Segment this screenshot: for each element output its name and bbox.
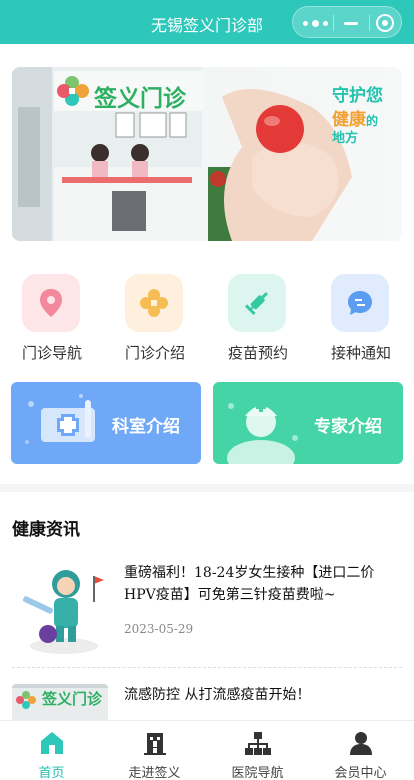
bottom-tab-bar: 首页 走进签义 医院导航 会员中心 bbox=[0, 720, 414, 780]
tab-label: 走进签义 bbox=[128, 766, 181, 780]
tab-home[interactable]: 首页 bbox=[0, 721, 103, 780]
news-date: 2023-05-29 bbox=[124, 622, 194, 636]
news-thumbnail bbox=[12, 562, 108, 658]
close-app-button[interactable] bbox=[367, 7, 403, 39]
news-title: 重磅福利！18-24岁女生接种【进口二价HPV疫苗】可免第三针疫苗费啦~ bbox=[124, 565, 375, 603]
news-item[interactable]: 签义门诊 流感防控 从打流感疫苗开始！ bbox=[12, 684, 402, 724]
sitemap-icon bbox=[245, 732, 271, 755]
tab-about[interactable]: 走进签义 bbox=[103, 721, 206, 780]
tab-hospital-navigation[interactable]: 医院导航 bbox=[206, 721, 309, 780]
news-title: 流感防控 从打流感疫苗开始！ bbox=[124, 687, 311, 703]
department-intro-card[interactable]: 科室介绍 bbox=[11, 382, 201, 464]
quick-menu-clinic-navigation[interactable]: 门诊导航 bbox=[0, 274, 104, 364]
banner-slogan-line3: 地方 bbox=[332, 131, 359, 146]
banner-carousel[interactable]: 签义门诊 守护您 健康的 地方 bbox=[12, 67, 402, 241]
banner-brand-text: 签义门诊 bbox=[94, 86, 186, 112]
news-thumbnail: 签义门诊 bbox=[12, 684, 108, 724]
clinic-cross-icon bbox=[125, 274, 183, 332]
tab-label: 首页 bbox=[38, 766, 65, 780]
quick-menu-vaccination-notice[interactable]: 接种通知 bbox=[309, 274, 413, 364]
minimize-icon bbox=[344, 21, 358, 25]
quick-menu-label: 门诊介绍 bbox=[124, 344, 185, 362]
department-intro-label: 科室介绍 bbox=[112, 417, 180, 437]
message-icon bbox=[331, 274, 389, 332]
location-pin-icon bbox=[22, 274, 80, 332]
expert-intro-card[interactable]: 专家介绍 bbox=[213, 382, 403, 464]
news-thumb-brand: 签义门诊 bbox=[42, 690, 103, 708]
close-target-icon bbox=[376, 14, 394, 32]
tab-member-center[interactable]: 会员中心 bbox=[309, 721, 412, 780]
news-item[interactable]: 重磅福利！18-24岁女生接种【进口二价HPV疫苗】可免第三针疫苗费啦~ 202… bbox=[12, 562, 402, 658]
tab-label: 医院导航 bbox=[231, 766, 284, 780]
expert-intro-label: 专家介绍 bbox=[314, 417, 382, 437]
news-separator bbox=[12, 667, 402, 668]
more-dots-icon bbox=[302, 19, 328, 27]
minimize-button[interactable] bbox=[333, 7, 369, 39]
quick-menu-label: 门诊导航 bbox=[21, 344, 82, 362]
home-icon bbox=[41, 732, 63, 754]
health-news-title: 健康资讯 bbox=[12, 520, 80, 540]
title-bar: 无锡签义门诊部 bbox=[0, 0, 414, 44]
quick-menu-vaccine-booking[interactable]: 疫苗预约 bbox=[206, 274, 310, 364]
mini-program-capsule bbox=[292, 6, 402, 38]
user-icon bbox=[350, 732, 372, 755]
syringe-icon bbox=[228, 274, 286, 332]
tab-label: 会员中心 bbox=[334, 766, 387, 780]
building-icon bbox=[144, 733, 166, 755]
quick-menu-clinic-intro[interactable]: 门诊介绍 bbox=[103, 274, 207, 364]
section-divider bbox=[0, 484, 414, 492]
more-menu-button[interactable] bbox=[297, 7, 333, 39]
banner-slogan-line1: 守护您 bbox=[332, 86, 383, 106]
quick-menu-label: 疫苗预约 bbox=[227, 344, 288, 362]
quick-menu-label: 接种通知 bbox=[330, 344, 391, 362]
